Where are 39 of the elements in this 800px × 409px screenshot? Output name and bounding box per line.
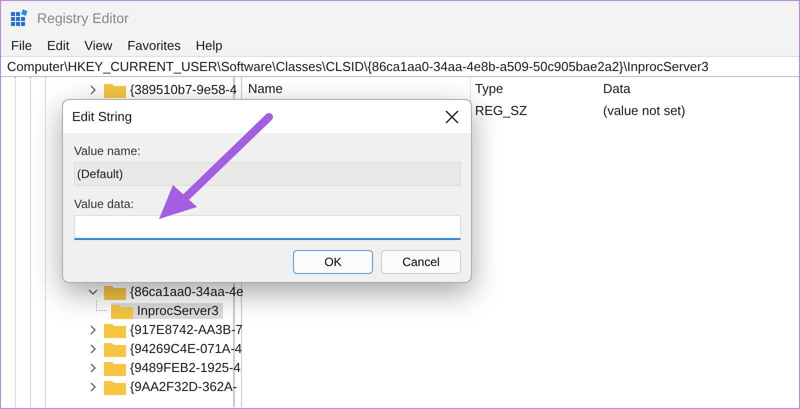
folder-icon	[111, 302, 133, 318]
window-title: Registry Editor	[37, 10, 129, 26]
tree-item[interactable]: {9489FEB2-1925-4	[88, 358, 244, 377]
menu-item[interactable]: Favorites	[127, 38, 181, 53]
menu-item[interactable]: Help	[196, 38, 223, 53]
close-icon[interactable]	[445, 110, 459, 124]
dialog-button[interactable]: Cancel	[381, 250, 461, 274]
dialog-button[interactable]: OK	[293, 250, 373, 274]
tree-item-label: {389510b7-9e58-4	[130, 82, 237, 97]
folder-icon	[104, 378, 126, 394]
tree-item-label: {917E8742-AA3B-7	[130, 322, 243, 337]
column-header[interactable]: Data	[599, 80, 630, 96]
tree-item[interactable]: {86ca1aa0-34aa-4e	[88, 282, 244, 301]
menu-item[interactable]: View	[84, 38, 112, 53]
tree-item-label: {94269C4E-071A-4	[130, 341, 242, 356]
column-header[interactable]: Type	[471, 80, 599, 96]
tree-item-label: {86ca1aa0-34aa-4e	[130, 284, 244, 299]
tree-item-label: {9AA2F32D-362A-	[130, 379, 237, 394]
tree-item[interactable]: {9AA2F32D-362A-	[88, 377, 244, 396]
address-bar[interactable]: Computer\HKEY_CURRENT_USER\Software\Classes\CLSID\{86ca1aa0-34aa-4e8b-a509-50c905bae2a2}\InprocServer3	[1, 56, 799, 77]
field-label: Value name:	[74, 144, 142, 158]
folder-icon	[104, 322, 126, 338]
chevron-down-icon[interactable]	[88, 286, 100, 296]
table-cell-text: REG_SZ	[474, 102, 528, 118]
menu-item[interactable]: Edit	[46, 38, 70, 53]
folder-icon	[104, 360, 126, 376]
tree-item[interactable]: {917E8742-AA3B-7	[88, 320, 244, 339]
folder-icon	[104, 340, 126, 356]
value-name-field[interactable]: (Default)	[74, 162, 461, 186]
field-label: Value data:	[74, 197, 135, 211]
tree-item[interactable]: {94269C4E-071A-4	[88, 339, 244, 358]
registry-app-icon	[11, 9, 29, 27]
dialog-title: Edit String	[72, 109, 132, 124]
value-data-field[interactable]	[74, 215, 461, 240]
table-cell-text: (value not set)	[602, 102, 686, 118]
tree-item-label: {9489FEB2-1925-4	[130, 360, 241, 375]
tree-item[interactable]: {389510b7-9e58-4	[88, 80, 244, 99]
menu-item[interactable]: File	[11, 38, 32, 53]
tree-item-label: InprocServer3	[137, 303, 219, 318]
